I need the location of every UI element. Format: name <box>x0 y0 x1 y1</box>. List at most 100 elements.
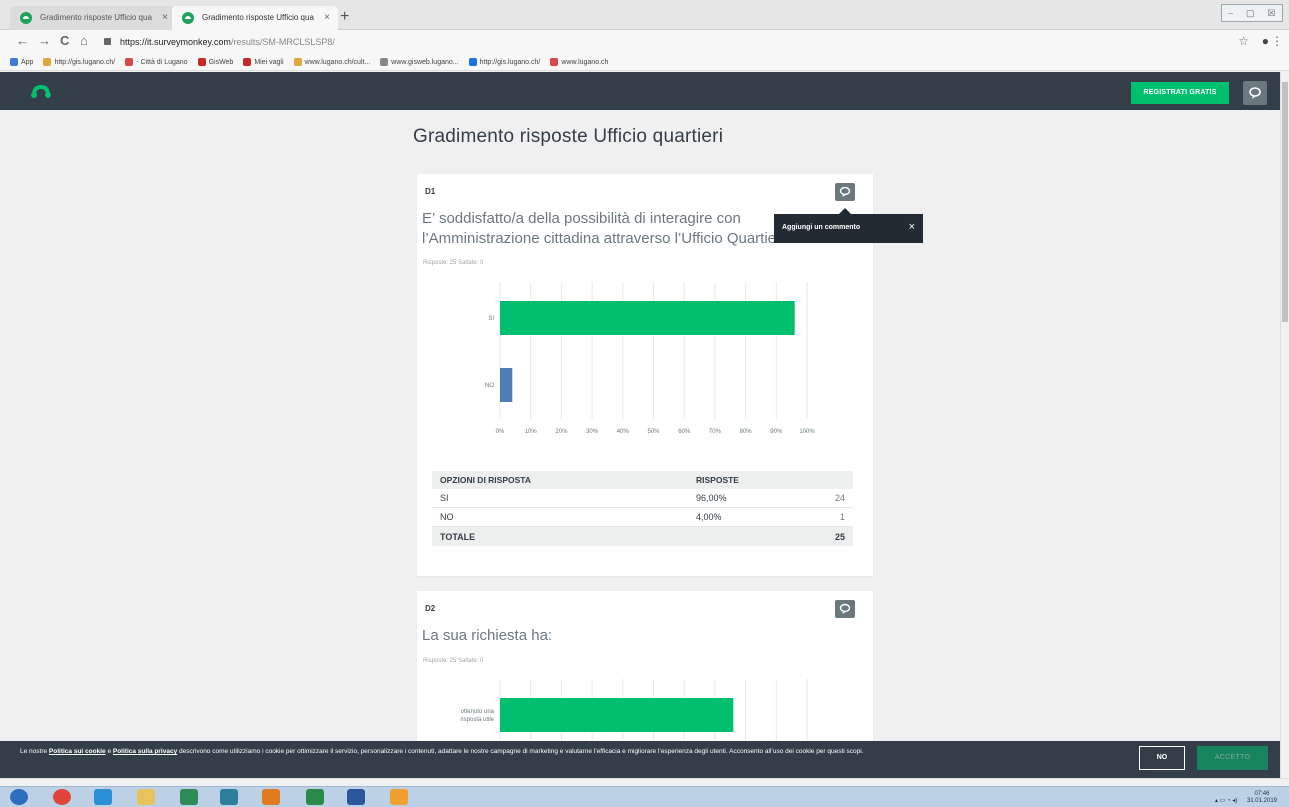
system-tray: ▴ ▭ ◔ ◂) 07:46 31.01.2019 <box>1215 791 1277 805</box>
bar-si <box>500 301 795 335</box>
bookmark-item[interactable]: www.lugano.ch/cult... <box>293 58 371 66</box>
bar-ottenuto-una-risposta-utile <box>500 698 734 732</box>
new-tab-button[interactable]: + <box>340 6 349 28</box>
comment-icon <box>839 603 851 614</box>
x-tick-label: 50% <box>647 429 660 435</box>
apps-icon <box>10 58 18 66</box>
project-icon[interactable] <box>306 789 324 805</box>
surveymonkey-favicon-icon <box>20 12 32 24</box>
bookmark-label: http://gis.lugano.ch/ <box>479 58 541 66</box>
cookie-text: Le nostre Politica sui cookie e Politica… <box>20 747 1130 756</box>
comment-icon <box>1249 87 1261 99</box>
windows-start-icon[interactable] <box>10 789 28 805</box>
publisher-icon[interactable] <box>220 789 238 805</box>
page-icon <box>380 58 389 66</box>
x-tick-label: 100% <box>799 429 815 435</box>
x-tick-label: 0% <box>496 429 505 435</box>
internet-explorer-icon[interactable] <box>94 789 112 805</box>
forward-icon[interactable]: → <box>38 33 51 48</box>
cookie-policy-link[interactable]: Politica sui cookie <box>49 748 106 755</box>
register-free-button[interactable]: REGISTRATI GRATIS <box>1131 82 1229 104</box>
bar-no <box>500 368 513 402</box>
reload-icon[interactable]: C <box>60 33 69 48</box>
row-percent: 96,00% <box>696 493 727 503</box>
x-tick-label: 80% <box>740 429 753 435</box>
x-tick-label: 70% <box>709 429 722 435</box>
question-number: D2 <box>425 604 436 613</box>
category-label: SI <box>488 316 494 322</box>
browser-tab-1[interactable]: Gradimento risposte Ufficio qua × <box>10 6 176 30</box>
table-header: OPZIONI DI RISPOSTA RISPOSTE <box>432 471 853 489</box>
bookmark-label: http://gis.lugano.ch/ <box>54 58 116 66</box>
chrome-icon[interactable] <box>53 789 71 805</box>
bookmark-label: GisWeb <box>208 58 234 66</box>
surveymonkey-logo-icon[interactable] <box>30 81 52 99</box>
home-icon[interactable]: ⌂ <box>80 33 88 48</box>
maximize-icon[interactable]: ▢ <box>1246 8 1255 19</box>
cookie-accept-button[interactable]: ACCETTO <box>1197 746 1268 770</box>
tab-close-icon[interactable]: × <box>162 6 168 30</box>
tab-close-icon[interactable]: × <box>324 6 330 30</box>
clock-time: 07:46 <box>1254 791 1270 797</box>
excel-icon[interactable] <box>180 789 198 805</box>
app-icon[interactable] <box>390 789 408 805</box>
answer-table: OPZIONI DI RISPOSTA RISPOSTE SI 96,00% 2… <box>432 471 853 546</box>
word-icon[interactable] <box>347 789 365 805</box>
cookie-decline-button[interactable]: NO <box>1139 746 1185 770</box>
menu-icon[interactable]: ⋮ <box>1271 34 1283 48</box>
tooltip-close-icon[interactable]: × <box>909 221 915 233</box>
question-title: La sua richiesta ha: <box>422 627 553 644</box>
table-row: NO 4,00% 1 <box>432 508 853 527</box>
bookmark-item[interactable]: - Città di Lugano <box>125 58 188 66</box>
bookmark-item[interactable]: GisWeb <box>197 58 234 66</box>
category-label: risposta utile <box>460 717 494 723</box>
folder-icon <box>243 58 252 66</box>
tray-icons[interactable]: ▴ ▭ ◔ ◂) <box>1215 798 1237 804</box>
explorer-folder-icon[interactable] <box>137 789 155 805</box>
bookmark-item[interactable]: www.gisweb.lugano... <box>380 58 459 66</box>
bookmark-item[interactable]: App <box>10 58 33 66</box>
row-percent: 4,00% <box>696 512 722 522</box>
media-player-icon[interactable] <box>262 789 280 805</box>
privacy-policy-link[interactable]: Politica sulla privacy <box>113 748 177 755</box>
scroll-thumb[interactable] <box>1282 82 1288 322</box>
profile-icon[interactable]: ● <box>1262 34 1269 48</box>
bar-chart-d2: ottenuto una risposta utile <box>460 679 808 751</box>
browser-toolbar: ← → C ⌂ https://it.surveymonkey.com/resu… <box>0 30 1289 54</box>
bookmark-item[interactable]: http://gis.lugano.ch/ <box>43 58 115 66</box>
x-tick-label: 30% <box>586 429 599 435</box>
add-comment-button[interactable] <box>835 183 855 201</box>
comment-icon <box>839 186 851 197</box>
x-tick-label: 10% <box>525 429 538 435</box>
url-path: /results/SM-MRCLSLSP8/ <box>230 37 335 47</box>
bookmark-item[interactable]: Miei vagli <box>243 58 284 66</box>
bookmark-label: www.gisweb.lugano... <box>391 58 459 66</box>
row-option: NO <box>440 512 454 522</box>
tab-label: Gradimento risposte Ufficio qua <box>202 13 314 22</box>
row-count: 1 <box>839 512 845 522</box>
vertical-scrollbar[interactable] <box>1280 72 1289 778</box>
minimize-icon[interactable]: ⎯ <box>1228 8 1233 19</box>
bookmark-label: - Città di Lugano <box>136 58 188 66</box>
bookmark-item[interactable]: www.lugano.ch <box>550 58 608 66</box>
close-window-icon[interactable]: ☒ <box>1267 8 1275 19</box>
bar-chart-d1: SI NO 0% 10% 20% 30% 40% 50% 60% 70% 80% 90% 100% <box>485 282 815 435</box>
add-comment-button[interactable] <box>835 600 855 618</box>
cookie-text-end: descrivono come utilizziamo i cookie per… <box>177 748 864 755</box>
cookie-text-mid: e <box>105 748 113 755</box>
browser-tab-2[interactable]: Gradimento risposte Ufficio qua × <box>172 6 338 30</box>
bookmark-label: www.lugano.ch/cult... <box>304 58 371 66</box>
bookmark-label: App <box>21 58 34 66</box>
bookmark-star-icon[interactable]: ☆ <box>1238 34 1249 48</box>
back-icon[interactable]: ← <box>16 33 29 48</box>
category-label: ottenuto una <box>461 709 495 715</box>
question-stats: Risposte: 25 Saltate: 0 <box>423 260 484 266</box>
question-card-d2: D2 La sua richiesta ha: Risposte: 25 Sal… <box>417 591 873 751</box>
horizontal-scrollbar[interactable] <box>0 778 1289 786</box>
bookmark-item[interactable]: http://gis.lugano.ch/ <box>468 58 541 66</box>
cookie-banner: Le nostre Politica sui cookie e Politica… <box>0 741 1280 778</box>
address-bar[interactable]: https://it.surveymonkey.com/results/SM-M… <box>100 33 1200 51</box>
lugano-icon <box>43 58 52 66</box>
lugano-icon <box>293 58 302 66</box>
header-comment-button[interactable] <box>1243 81 1267 105</box>
